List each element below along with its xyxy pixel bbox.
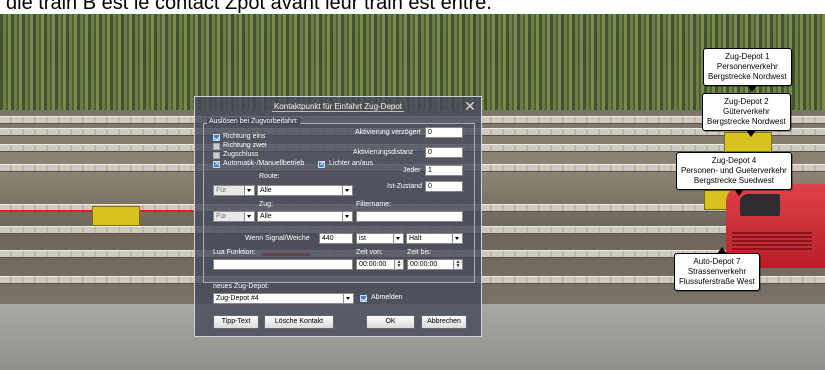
callout-line: Flussuferstraße West: [679, 277, 755, 286]
abbrechen-button[interactable]: Abbrechen: [421, 315, 467, 329]
wenn-signal-label: Wenn Signal/Weiche: [245, 235, 310, 242]
zugschluss-checkbox[interactable]: [213, 152, 220, 159]
aktivierungsdistanz-input[interactable]: 0: [425, 147, 463, 158]
neues-depot-value: Zug-Depot #4: [216, 295, 259, 302]
depot-callout-7: Auto-Depot 7 Strassenverkehr Flussuferst…: [674, 247, 760, 291]
richtung-eins-label: Richtung eins: [223, 133, 266, 140]
neues-depot-select[interactable]: Zug-Depot #4: [213, 293, 354, 304]
ist-zustand-input[interactable]: 0: [425, 181, 463, 192]
callout-line: Auto-Depot 7: [693, 257, 741, 266]
automatik-checkbox[interactable]: [213, 160, 220, 168]
lichter-checkbox[interactable]: [318, 160, 325, 168]
callout-line: Güterverkehr: [723, 107, 770, 116]
wenn-signal-input[interactable]: 440: [319, 233, 353, 244]
route-mode-select[interactable]: Für: [213, 185, 255, 196]
zug-mode-select[interactable]: Für: [213, 211, 255, 222]
route-mode-value: Für: [216, 187, 227, 194]
loesche-kontakt-button[interactable]: Lösche Kontakt: [264, 315, 334, 329]
dialog-title: Kontaktpunkt für Einfahrt Zug-Depot: [195, 97, 481, 117]
depot-callout-2: Zug-Depot 2 Güterverkehr Bergstrecke Nor…: [702, 93, 791, 137]
ist-zustand-label: Ist-Zustand: [387, 183, 423, 190]
chevron-down-icon: [342, 212, 352, 221]
zeit-bis-label: Zeit bis:: [407, 249, 432, 256]
route-value: Alle: [260, 187, 272, 194]
zeit-von-label: Zeit von:: [356, 249, 383, 256]
aktivierung-verzoegert-label: Aktivierung verzögert: [355, 129, 421, 136]
chevron-down-icon: [342, 186, 352, 195]
depot-callout-1: Zug-Depot 1 Personenverkehr Bergstrecke …: [703, 48, 792, 92]
callout-line: Zug-Depot 4: [711, 156, 757, 165]
lichter-label: Lichter an/aus: [329, 160, 373, 167]
zeit-von-value: 00:00:00: [359, 261, 387, 268]
track-vehicle[interactable]: [92, 206, 140, 226]
wenn-state-value: Halt: [409, 235, 422, 242]
locomotive-window: [740, 194, 780, 216]
chevron-down-icon: [393, 234, 403, 243]
caption-strip: die train B est le contact Zpot avant le…: [0, 0, 825, 14]
zeit-bis-value: 00:00:00: [410, 261, 438, 268]
callout-line: Personenverkehr: [716, 62, 778, 71]
route-select[interactable]: Alle: [257, 185, 353, 196]
richtung-eins-checkbox[interactable]: [213, 134, 220, 141]
filtername-label: Filtername:: [356, 201, 392, 208]
filtername-input[interactable]: [356, 211, 463, 222]
abmelden-checkbox[interactable]: [360, 295, 367, 302]
callout-line: Bergstrecke Nordwest: [708, 72, 787, 81]
zug-label: Zug:: [259, 201, 274, 208]
callout-line: Bergstrecke Nordwest: [707, 117, 786, 126]
zug-value: Alle: [260, 213, 272, 220]
chevron-down-icon: [244, 212, 254, 221]
spinner-icon[interactable]: ▲ ▼: [394, 260, 403, 269]
tipp-text-button[interactable]: Tipp-Text: [213, 315, 259, 329]
wenn-op-select[interactable]: ist: [356, 233, 404, 244]
wenn-op-value: ist: [359, 235, 366, 242]
close-icon[interactable]: ✕: [463, 99, 477, 113]
contact-point-dialog: Kontaktpunkt für Einfahrt Zug-Depot ✕ Au…: [194, 96, 482, 337]
ok-button[interactable]: OK: [366, 315, 415, 329]
aktivierungsdistanz-label: Aktivierungsdistanz: [353, 149, 414, 156]
lua-label: Lua Funktion:: [213, 249, 256, 256]
callout-line: Strassenverkehr: [687, 267, 747, 276]
wenn-state-select[interactable]: Halt: [406, 233, 463, 244]
jeder-label: Jeder: [403, 167, 421, 174]
richtung-zwei-label: Richtung zwei: [223, 142, 267, 149]
aktivierung-verzoegert-input[interactable]: 0: [425, 127, 463, 138]
jeder-input[interactable]: 1: [425, 165, 463, 176]
abmelden-label: Abmelden: [371, 294, 403, 301]
richtung-zwei-checkbox[interactable]: [213, 143, 220, 150]
group-label: Auslösen bei Zugvorbeifahrt:: [207, 118, 301, 125]
depot-callout-4: Zug-Depot 4 Personen- und Gueterverkehr …: [676, 152, 792, 196]
route-label: Route:: [259, 173, 280, 180]
zugschluss-label: Zugschluss: [223, 151, 259, 158]
chevron-down-icon: [343, 294, 353, 303]
zeit-bis-input[interactable]: 00:00:00 ▲ ▼: [407, 259, 463, 270]
callout-line: Zug-Depot 2: [724, 97, 769, 106]
zeit-von-input[interactable]: 00:00:00 ▲ ▼: [356, 259, 404, 270]
automatik-label: Automatik-/Manuellbetrieb: [223, 160, 305, 167]
callout-line: Personen- und Gueterverkehr: [681, 166, 787, 175]
zug-select[interactable]: Alle: [257, 211, 353, 222]
callout-line: Zug-Depot 1: [725, 52, 770, 61]
callout-line: Bergstrecke Suedwest: [693, 176, 774, 185]
spinner-icon[interactable]: ▲ ▼: [453, 260, 462, 269]
locomotive-grille: [732, 232, 812, 250]
zug-mode-value: Für: [216, 213, 227, 220]
neues-depot-label: neues Zug-Depot:: [213, 283, 270, 290]
dialog-title-text: Kontaktpunkt für Einfahrt Zug-Depot: [271, 102, 405, 112]
lua-input[interactable]: [213, 259, 353, 270]
chevron-down-icon: [452, 234, 462, 243]
chevron-down-icon: [244, 186, 254, 195]
caption-text: die train B est le contact Zpot avant le…: [6, 0, 492, 14]
